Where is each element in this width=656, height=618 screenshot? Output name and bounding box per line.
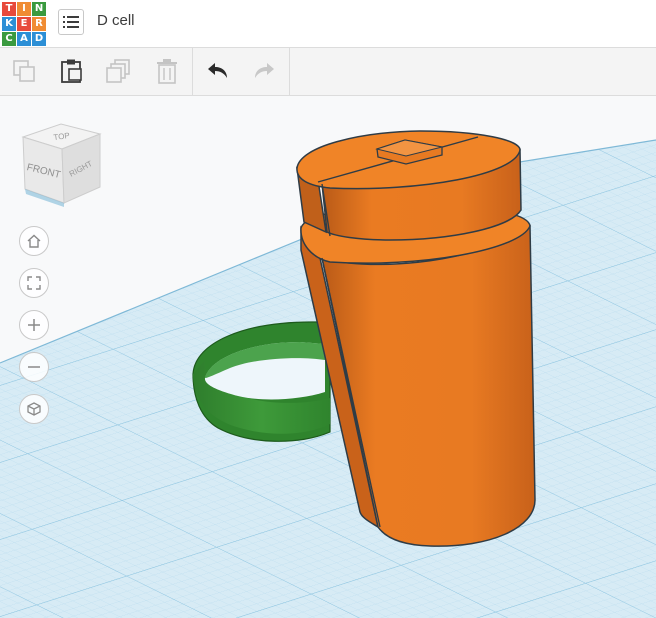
plus-icon [28,319,40,331]
delete-button[interactable] [152,56,182,86]
duplicate-button[interactable] [104,56,134,86]
logo-letter: R [32,17,46,31]
logo-letter: C [2,32,16,46]
copy-icon [13,60,35,82]
trash-icon [157,59,177,84]
zoom-in-button[interactable] [19,310,49,340]
duplicate-icon [106,59,130,83]
logo-letter: T [2,2,16,16]
logo-letter: I [17,2,31,16]
home-icon [27,234,41,248]
paste-button[interactable] [56,56,86,86]
minus-icon [28,366,40,368]
logo-letter: A [17,32,31,46]
redo-icon [255,63,274,78]
zoom-out-button[interactable] [19,352,49,382]
copy-button[interactable] [9,56,39,86]
design-title[interactable]: D cell [97,12,135,29]
cube-icon [27,402,41,416]
edit-toolbar [0,48,656,96]
design-menu-button[interactable] [58,9,84,35]
workplane-viewport[interactable]: TOP FRONT RIGHT [0,96,656,618]
list-icon [63,16,79,28]
projection-button[interactable] [19,394,49,424]
logo-letter: K [2,17,16,31]
toolbar-separator [192,48,193,95]
redo-button[interactable] [250,56,280,86]
fit-icon [27,276,41,290]
home-view-button[interactable] [19,226,49,256]
logo-letter: N [32,2,46,16]
toolbar-separator [289,48,290,95]
tinkercad-logo[interactable]: T I N K E R C A D [2,2,46,46]
fit-view-button[interactable] [19,268,49,298]
undo-icon [208,63,227,78]
view-cube[interactable]: TOP FRONT RIGHT [18,119,104,207]
paste-icon [61,59,82,83]
logo-letter: E [17,17,31,31]
undo-button[interactable] [202,56,232,86]
top-header: T I N K E R C A D D cell [0,0,656,48]
logo-letter: D [32,32,46,46]
